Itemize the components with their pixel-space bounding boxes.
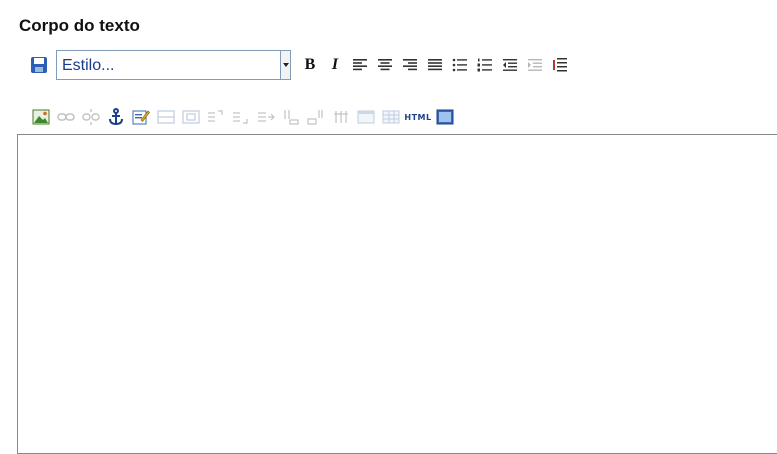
- style-dropdown-value[interactable]: Estilo...: [56, 50, 281, 80]
- fullscreen-icon[interactable]: [434, 106, 456, 128]
- indent-icon[interactable]: [549, 54, 571, 76]
- anchor-icon[interactable]: [105, 106, 127, 128]
- insert-toolbar: HTML: [30, 104, 459, 130]
- bold-button[interactable]: B: [299, 54, 321, 76]
- outdent-icon[interactable]: [499, 54, 521, 76]
- insert-image-icon[interactable]: [30, 106, 52, 128]
- insert-row-icon[interactable]: [155, 106, 177, 128]
- table-icon[interactable]: [380, 106, 402, 128]
- cell-merge-down-icon[interactable]: [230, 106, 252, 128]
- numbered-list-icon[interactable]: [474, 54, 496, 76]
- section-title: Corpo do texto: [19, 16, 140, 35]
- align-center-icon[interactable]: [374, 54, 396, 76]
- save-icon[interactable]: [28, 54, 50, 76]
- unlink-icon[interactable]: [80, 106, 102, 128]
- table-properties-icon[interactable]: [355, 106, 377, 128]
- row-above-icon[interactable]: [280, 106, 302, 128]
- table-cell-icon[interactable]: [180, 106, 202, 128]
- align-left-icon[interactable]: [349, 54, 371, 76]
- align-right-icon[interactable]: [399, 54, 421, 76]
- style-dropdown[interactable]: Estilo...: [56, 50, 291, 80]
- html-source-icon[interactable]: HTML: [404, 106, 432, 128]
- row-below-icon[interactable]: [305, 106, 327, 128]
- formatting-toolbar: Estilo... B I: [28, 50, 574, 80]
- text-editor-area[interactable]: [17, 134, 777, 454]
- align-justify-icon[interactable]: [424, 54, 446, 76]
- split-cell-icon[interactable]: [255, 106, 277, 128]
- edit-form-icon[interactable]: [130, 106, 152, 128]
- italic-button[interactable]: I: [324, 54, 346, 76]
- delete-row-icon[interactable]: [330, 106, 352, 128]
- chevron-down-icon[interactable]: [281, 50, 291, 80]
- cell-merge-up-icon[interactable]: [205, 106, 227, 128]
- indent-icon-disabled[interactable]: [524, 54, 546, 76]
- bullet-list-icon[interactable]: [449, 54, 471, 76]
- link-icon[interactable]: [55, 106, 77, 128]
- html-source-label: HTML: [404, 112, 432, 122]
